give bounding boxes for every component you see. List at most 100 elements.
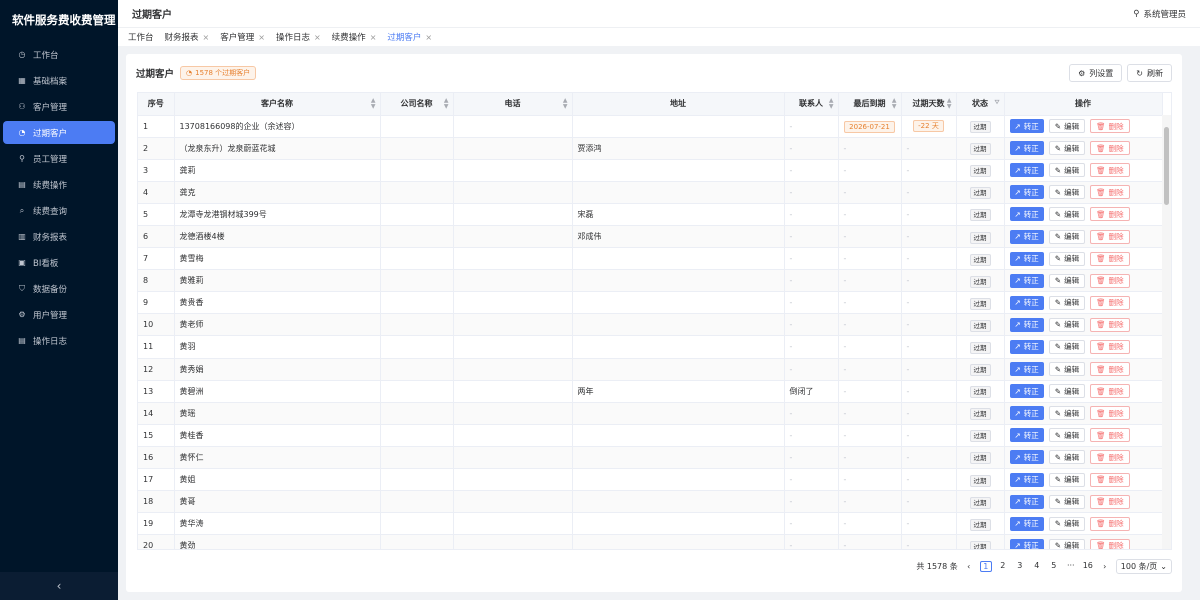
delete-button[interactable]: 🗑 删除 — [1090, 516, 1130, 531]
column-header-4[interactable]: 地址 — [572, 93, 785, 116]
delete-button[interactable]: 🗑 删除 — [1090, 185, 1130, 200]
delete-button[interactable]: 🗑 删除 — [1090, 428, 1130, 443]
page-size-select[interactable]: 100 条/页 ⌄ — [1115, 559, 1172, 574]
edit-button[interactable]: ✎ 编辑 — [1048, 185, 1086, 200]
column-header-0[interactable]: 序号 — [138, 93, 175, 116]
page-2[interactable]: 2 — [997, 561, 1009, 572]
sidebar-item-1[interactable]: ▦ 基础档案 — [3, 69, 115, 92]
column-header-2[interactable]: 公司名称 ▲ ▼ — [380, 93, 454, 116]
next-page-icon[interactable]: › — [1099, 562, 1111, 571]
sort-icon[interactable]: ▲ ▼ — [892, 98, 897, 110]
sidebar-item-4[interactable]: ⚲ 员工管理 — [3, 147, 115, 170]
prev-page-icon[interactable]: ‹ — [963, 562, 975, 571]
column-header-7[interactable]: 过期天数 ▲ ▼ — [901, 93, 957, 116]
page-5[interactable]: 5 — [1048, 561, 1060, 572]
delete-button[interactable]: 🗑 删除 — [1090, 251, 1130, 266]
column-header-5[interactable]: 联系人 ▲ ▼ — [784, 93, 839, 116]
tab-5[interactable]: 过期客户 × — [387, 31, 432, 44]
convert-button[interactable]: ↗ 转正 — [1009, 384, 1044, 399]
convert-button[interactable]: ↗ 转正 — [1009, 450, 1044, 465]
delete-button[interactable]: 🗑 删除 — [1090, 119, 1130, 134]
delete-button[interactable]: 🗑 删除 — [1090, 273, 1130, 288]
edit-button[interactable]: ✎ 编辑 — [1048, 119, 1086, 134]
delete-button[interactable]: 🗑 删除 — [1090, 207, 1130, 222]
close-icon[interactable]: × — [370, 33, 377, 42]
sort-icon[interactable]: ▲ ▼ — [563, 98, 568, 110]
delete-button[interactable]: 🗑 删除 — [1090, 229, 1130, 244]
close-icon[interactable]: × — [425, 33, 432, 42]
filter-icon[interactable]: ⛛ — [994, 100, 999, 106]
sidebar-item-5[interactable]: ▤ 续费操作 — [3, 173, 115, 196]
convert-button[interactable]: ↗ 转正 — [1009, 229, 1044, 244]
delete-button[interactable]: 🗑 删除 — [1090, 163, 1130, 178]
close-icon[interactable]: × — [314, 33, 321, 42]
sort-icon[interactable]: ▲ ▼ — [371, 98, 376, 110]
delete-button[interactable]: 🗑 删除 — [1090, 538, 1130, 549]
tab-1[interactable]: 财务报表 × — [165, 31, 210, 44]
convert-button[interactable]: ↗ 转正 — [1009, 494, 1044, 509]
edit-button[interactable]: ✎ 编辑 — [1048, 317, 1086, 332]
vertical-scrollbar[interactable] — [1162, 115, 1171, 549]
edit-button[interactable]: ✎ 编辑 — [1048, 251, 1086, 266]
convert-button[interactable]: ↗ 转正 — [1009, 406, 1044, 421]
page-16[interactable]: 16 — [1082, 561, 1094, 572]
sidebar-item-7[interactable]: ▥ 财务报表 — [3, 225, 115, 248]
customer-table[interactable]: 序号 客户名称 ▲ ▼ 公司名称 ▲ ▼ 电话 ▲ ▼ 地址 联系人 ▲ ▼ 最后到期 ▲ ▼ 过期天数 ▲ ▼ 状态 ⛛… — [137, 92, 1172, 550]
close-icon[interactable]: × — [258, 33, 265, 42]
convert-button[interactable]: ↗ 转正 — [1009, 428, 1044, 443]
convert-button[interactable]: ↗ 转正 — [1009, 119, 1044, 134]
edit-button[interactable]: ✎ 编辑 — [1048, 516, 1086, 531]
page-1[interactable]: 1 — [979, 561, 992, 572]
convert-button[interactable]: ↗ 转正 — [1009, 141, 1044, 156]
edit-button[interactable]: ✎ 编辑 — [1048, 295, 1086, 310]
edit-button[interactable]: ✎ 编辑 — [1048, 472, 1086, 487]
scrollbar-thumb[interactable] — [1164, 127, 1169, 205]
tab-2[interactable]: 客户管理 × — [220, 31, 265, 44]
convert-button[interactable]: ↗ 转正 — [1009, 472, 1044, 487]
close-icon[interactable]: × — [203, 33, 210, 42]
edit-button[interactable]: ✎ 编辑 — [1048, 538, 1086, 549]
delete-button[interactable]: 🗑 删除 — [1090, 384, 1130, 399]
edit-button[interactable]: ✎ 编辑 — [1048, 339, 1086, 354]
convert-button[interactable]: ↗ 转正 — [1009, 273, 1044, 288]
convert-button[interactable]: ↗ 转正 — [1009, 538, 1044, 549]
sidebar-item-8[interactable]: ▣ BI看板 — [3, 251, 115, 274]
convert-button[interactable]: ↗ 转正 — [1009, 362, 1044, 377]
edit-button[interactable]: ✎ 编辑 — [1048, 428, 1086, 443]
delete-button[interactable]: 🗑 删除 — [1090, 317, 1130, 332]
column-header-3[interactable]: 电话 ▲ ▼ — [453, 93, 573, 116]
delete-button[interactable]: 🗑 删除 — [1090, 406, 1130, 421]
column-settings-button[interactable]: ⚙ 列设置 — [1069, 64, 1123, 82]
convert-button[interactable]: ↗ 转正 — [1009, 317, 1044, 332]
convert-button[interactable]: ↗ 转正 — [1009, 516, 1044, 531]
user-menu[interactable]: ⚲ 系统管理员 — [1133, 8, 1186, 20]
delete-button[interactable]: 🗑 删除 — [1090, 339, 1130, 354]
column-header-6[interactable]: 最后到期 ▲ ▼ — [838, 93, 902, 116]
delete-button[interactable]: 🗑 删除 — [1090, 362, 1130, 377]
edit-button[interactable]: ✎ 编辑 — [1048, 273, 1086, 288]
convert-button[interactable]: ↗ 转正 — [1009, 163, 1044, 178]
column-header-8[interactable]: 状态 ⛛ — [956, 93, 1005, 116]
edit-button[interactable]: ✎ 编辑 — [1048, 450, 1086, 465]
edit-button[interactable]: ✎ 编辑 — [1048, 406, 1086, 421]
page-ellipsis[interactable]: ··· — [1065, 561, 1077, 572]
refresh-button[interactable]: ↻ 刷新 — [1127, 64, 1172, 82]
tab-4[interactable]: 续费操作 × — [332, 31, 377, 44]
delete-button[interactable]: 🗑 删除 — [1090, 472, 1130, 487]
sidebar-item-2[interactable]: ⚇ 客户管理 — [3, 95, 115, 118]
sort-icon[interactable]: ▲ ▼ — [829, 98, 834, 110]
sidebar-item-10[interactable]: ⚙ 用户管理 — [3, 303, 115, 326]
delete-button[interactable]: 🗑 删除 — [1090, 295, 1130, 310]
delete-button[interactable]: 🗑 删除 — [1090, 494, 1130, 509]
convert-button[interactable]: ↗ 转正 — [1009, 295, 1044, 310]
sidebar-item-9[interactable]: ⛉ 数据备份 — [3, 277, 115, 300]
sidebar-item-6[interactable]: ⌕ 续费查询 — [3, 199, 115, 222]
convert-button[interactable]: ↗ 转正 — [1009, 339, 1044, 354]
edit-button[interactable]: ✎ 编辑 — [1048, 362, 1086, 377]
edit-button[interactable]: ✎ 编辑 — [1048, 141, 1086, 156]
column-header-1[interactable]: 客户名称 ▲ ▼ — [174, 93, 381, 116]
sidebar-item-0[interactable]: ◷ 工作台 — [3, 43, 115, 66]
tab-0[interactable]: 工作台 — [128, 31, 154, 43]
column-header-9[interactable]: 操作 — [1004, 93, 1163, 116]
delete-button[interactable]: 🗑 删除 — [1090, 450, 1130, 465]
